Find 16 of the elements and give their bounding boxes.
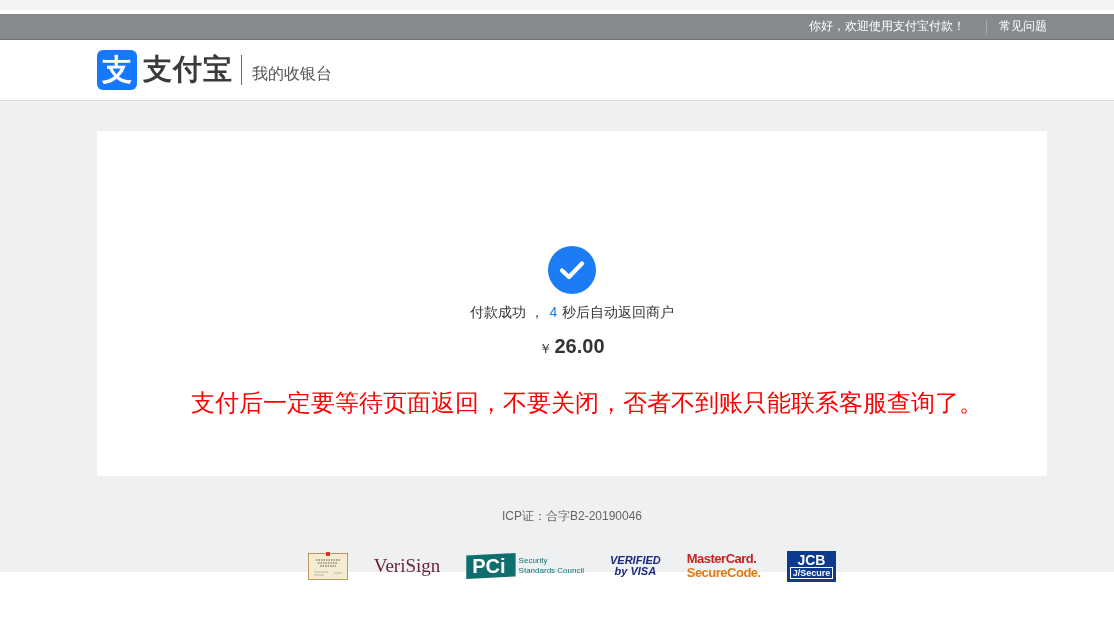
verisign-logo: VeriSign [373,554,441,578]
welcome-text: 你好，欢迎使用支付宝付款！ [809,18,965,35]
payment-amount: ￥26.00 [539,334,605,359]
brand-name: 支付宝 [143,52,233,87]
help-link[interactable]: 常见问题 [999,18,1047,35]
pci-logo-tile: PCi [466,553,516,579]
pci-council-text: Security Standards Council [518,556,584,576]
jcb-secure-logo: JCB J/Secure [786,550,837,582]
certificate-icon [307,552,348,580]
brand-logo-tile: 支 [97,50,137,90]
verified-by-visa-logo: VERIFIED by VISA [610,555,661,577]
warning-text: 支付后一定要等待页面返回，不要关闭，否者不到账只能联系客服查询了。 [190,388,983,418]
icp-license-text: ICP证：合字B2-20190046 [500,508,644,525]
mastercard-securecode-logo: MasterCard. SecureCode. [686,552,761,580]
payment-status-message: 付款成功 ， 4 秒后自动返回商户 [469,303,675,322]
cashier-title: 我的收银台 [252,63,332,84]
